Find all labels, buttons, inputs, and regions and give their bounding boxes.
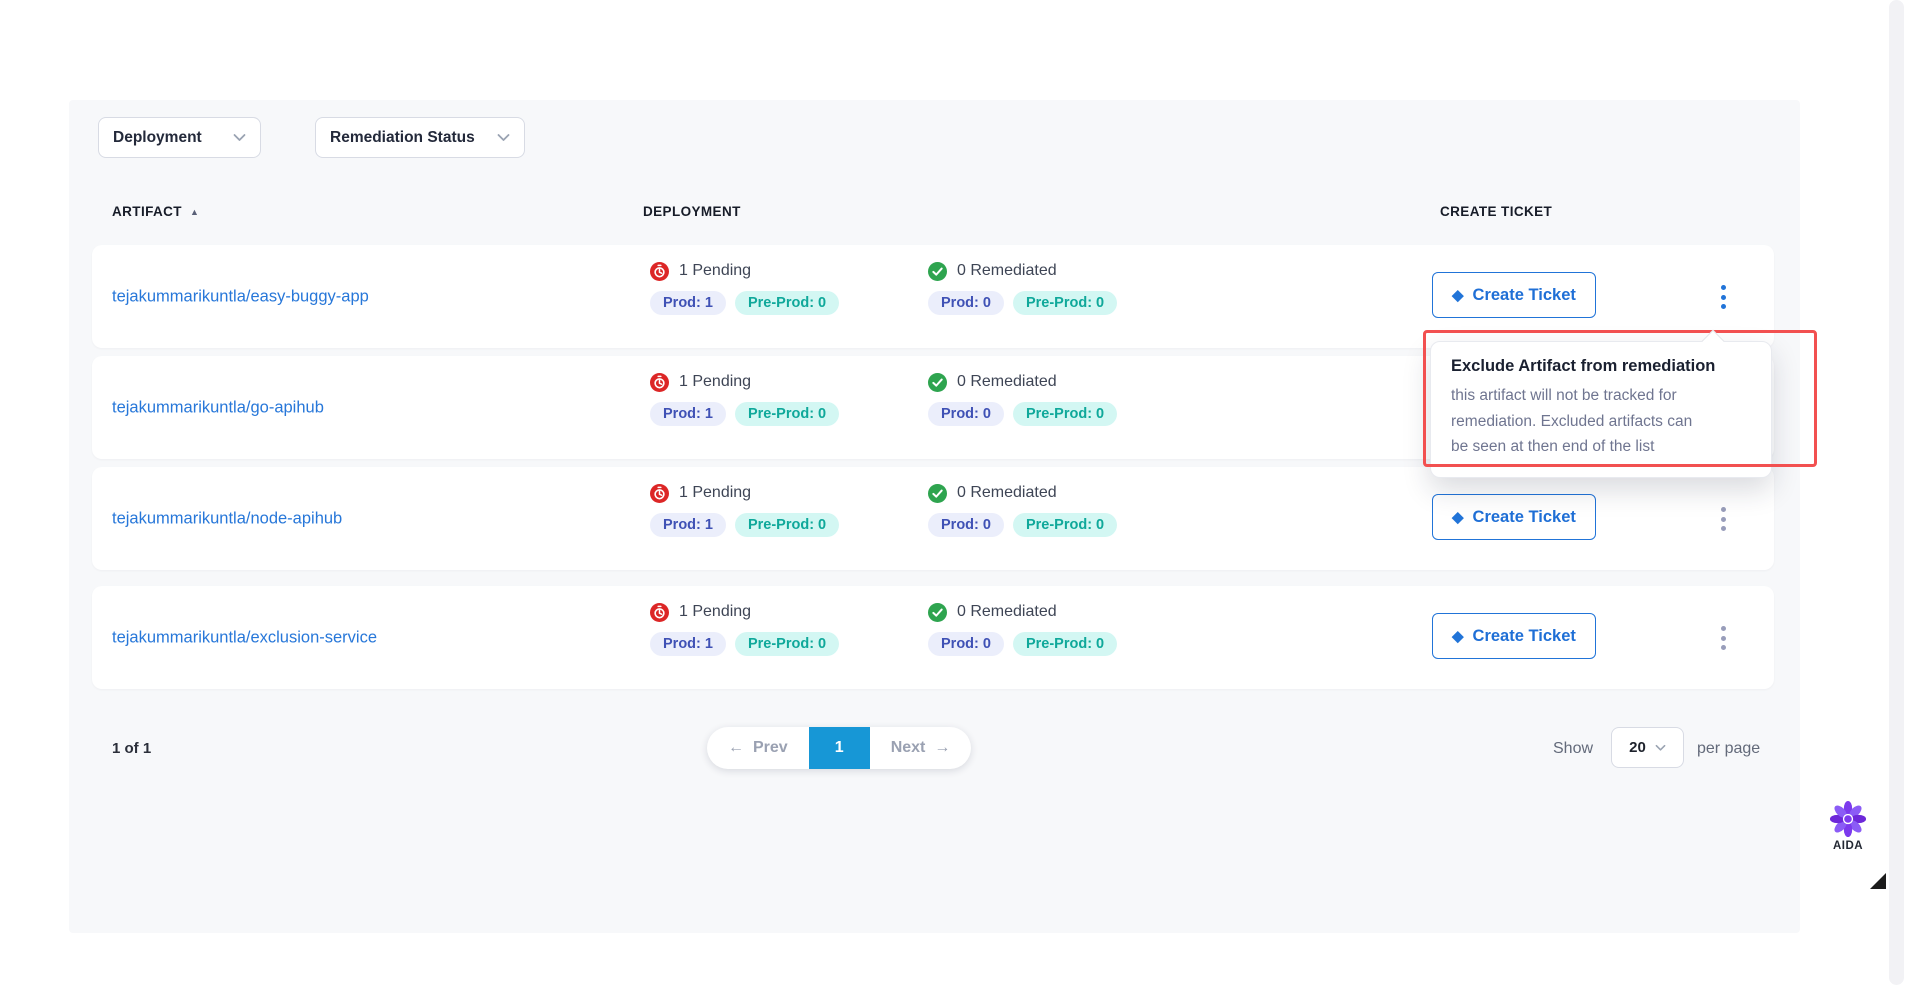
create-ticket-button[interactable]: ◆ Create Ticket: [1432, 272, 1596, 318]
pending-count-label: 1 Pending: [679, 262, 751, 280]
row-actions-kebab-menu[interactable]: [1710, 614, 1736, 662]
preprod-pending-badge: Pre-Prod: 0: [735, 402, 839, 426]
row-actions-kebab-menu[interactable]: [1710, 273, 1736, 321]
pending-clock-icon: [650, 603, 669, 622]
pending-count-label: 1 Pending: [679, 603, 751, 621]
column-header-create-ticket: CREATE TICKET: [1440, 204, 1552, 219]
jira-diamond-icon: ◆: [1452, 510, 1464, 525]
deployment-filter-dropdown[interactable]: Deployment: [98, 117, 261, 158]
pending-clock-icon: [650, 262, 669, 281]
preprod-remediated-badge: Pre-Prod: 0: [1013, 402, 1117, 426]
remediated-check-icon: [928, 262, 947, 281]
preprod-pending-badge: Pre-Prod: 0: [735, 291, 839, 315]
artifact-header-label: ARTIFACT: [112, 204, 182, 219]
tooltip-title: Exclude Artifact from remediation: [1451, 357, 1751, 376]
remediated-status-group: 0 Remediated Prod: 0 Pre-Prod: 0: [928, 601, 1117, 656]
preprod-remediated-badge: Pre-Prod: 0: [1013, 632, 1117, 656]
remediated-check-icon: [928, 603, 947, 622]
prod-pending-badge: Prod: 1: [650, 402, 726, 426]
pending-clock-icon: [650, 373, 669, 392]
preprod-remediated-badge: Pre-Prod: 0: [1013, 513, 1117, 537]
arrow-left-icon: ←: [728, 739, 744, 757]
prod-pending-badge: Prod: 1: [650, 513, 726, 537]
remediated-status-group: 0 Remediated Prod: 0 Pre-Prod: 0: [928, 482, 1117, 537]
artifact-link[interactable]: tejakummarikuntla/node-apihub: [112, 509, 342, 528]
per-page-label: per page: [1697, 740, 1760, 758]
deployment-filter-label: Deployment: [113, 129, 202, 147]
pending-count-label: 1 Pending: [679, 484, 751, 502]
prod-remediated-badge: Prod: 0: [928, 513, 1004, 537]
pending-count-label: 1 Pending: [679, 373, 751, 391]
column-header-artifact[interactable]: ARTIFACT ▲: [112, 204, 199, 219]
create-ticket-button[interactable]: ◆ Create Ticket: [1432, 613, 1596, 659]
column-header-deployment: DEPLOYMENT: [643, 204, 741, 219]
pending-status-group: 1 Pending Prod: 1 Pre-Prod: 0: [650, 482, 839, 537]
jira-diamond-icon: ◆: [1452, 629, 1464, 644]
prev-label: Prev: [753, 739, 788, 757]
remediation-status-filter-dropdown[interactable]: Remediation Status: [315, 117, 525, 158]
create-ticket-button[interactable]: ◆ Create Ticket: [1432, 494, 1596, 540]
exclude-artifact-tooltip: Exclude Artifact from remediation this a…: [1430, 341, 1772, 478]
remediated-status-group: 0 Remediated Prod: 0 Pre-Prod: 0: [928, 260, 1117, 315]
table-row: tejakummarikuntla/node-apihub 1 Pending …: [92, 467, 1774, 570]
chevron-down-icon: [497, 133, 510, 142]
vertical-scrollbar[interactable]: [1889, 0, 1904, 985]
aida-flower-logo-icon: [1829, 800, 1867, 838]
pending-status-group: 1 Pending Prod: 1 Pre-Prod: 0: [650, 371, 839, 426]
artifact-link[interactable]: tejakummarikuntla/exclusion-service: [112, 628, 377, 647]
app-screen: Deployment Remediation Status ARTIFACT ▲…: [0, 0, 1913, 985]
artifact-link[interactable]: tejakummarikuntla/go-apihub: [112, 398, 324, 417]
prod-remediated-badge: Prod: 0: [928, 402, 1004, 426]
preprod-remediated-badge: Pre-Prod: 0: [1013, 291, 1117, 315]
artifact-link[interactable]: tejakummarikuntla/easy-buggy-app: [112, 287, 369, 306]
table-row: tejakummarikuntla/exclusion-service 1 Pe…: [92, 586, 1774, 689]
prod-remediated-badge: Prod: 0: [928, 291, 1004, 315]
show-label: Show: [1553, 740, 1593, 758]
remediation-status-filter-label: Remediation Status: [330, 129, 475, 147]
arrow-right-icon: →: [934, 739, 950, 757]
remediation-panel: Deployment Remediation Status ARTIFACT ▲…: [69, 100, 1800, 933]
next-page-button[interactable]: Next →: [870, 727, 972, 769]
remediated-check-icon: [928, 373, 947, 392]
create-ticket-label: Create Ticket: [1473, 286, 1576, 305]
sort-ascending-icon: ▲: [190, 207, 199, 217]
page-number-active[interactable]: 1: [809, 727, 870, 769]
remediated-status-group: 0 Remediated Prod: 0 Pre-Prod: 0: [928, 371, 1117, 426]
chevron-down-icon: [1655, 744, 1666, 752]
preprod-pending-badge: Pre-Prod: 0: [735, 632, 839, 656]
pending-clock-icon: [650, 484, 669, 503]
preprod-pending-badge: Pre-Prod: 0: [735, 513, 839, 537]
tooltip-body-line: remediation. Excluded artifacts can: [1451, 409, 1751, 435]
tooltip-body-line: be seen at then end of the list: [1451, 434, 1751, 460]
next-label: Next: [891, 739, 926, 757]
prev-page-button[interactable]: ← Prev: [707, 727, 809, 769]
prod-pending-badge: Prod: 1: [650, 291, 726, 315]
remediated-count-label: 0 Remediated: [957, 484, 1057, 502]
remediated-count-label: 0 Remediated: [957, 373, 1057, 391]
remediated-count-label: 0 Remediated: [957, 603, 1057, 621]
pending-status-group: 1 Pending Prod: 1 Pre-Prod: 0: [650, 260, 839, 315]
row-actions-kebab-menu[interactable]: [1710, 495, 1736, 543]
page-size-select[interactable]: 20: [1611, 727, 1684, 768]
tooltip-body-line: this artifact will not be tracked for: [1451, 383, 1751, 409]
page-summary: 1 of 1: [112, 740, 151, 757]
pagination-control: ← Prev 1 Next →: [707, 727, 971, 769]
remediated-count-label: 0 Remediated: [957, 262, 1057, 280]
remediated-check-icon: [928, 484, 947, 503]
prod-pending-badge: Prod: 1: [650, 632, 726, 656]
aida-assistant-widget[interactable]: AIDA: [1822, 800, 1874, 852]
jira-diamond-icon: ◆: [1452, 288, 1464, 303]
chevron-down-icon: [233, 133, 246, 142]
create-ticket-label: Create Ticket: [1473, 627, 1576, 646]
resize-handle-icon[interactable]: [1870, 873, 1886, 889]
prod-remediated-badge: Prod: 0: [928, 632, 1004, 656]
pending-status-group: 1 Pending Prod: 1 Pre-Prod: 0: [650, 601, 839, 656]
page-size-value: 20: [1629, 739, 1646, 756]
table-row: tejakummarikuntla/easy-buggy-app 1 Pendi…: [92, 245, 1774, 348]
aida-label: AIDA: [1822, 840, 1874, 852]
create-ticket-label: Create Ticket: [1473, 508, 1576, 527]
